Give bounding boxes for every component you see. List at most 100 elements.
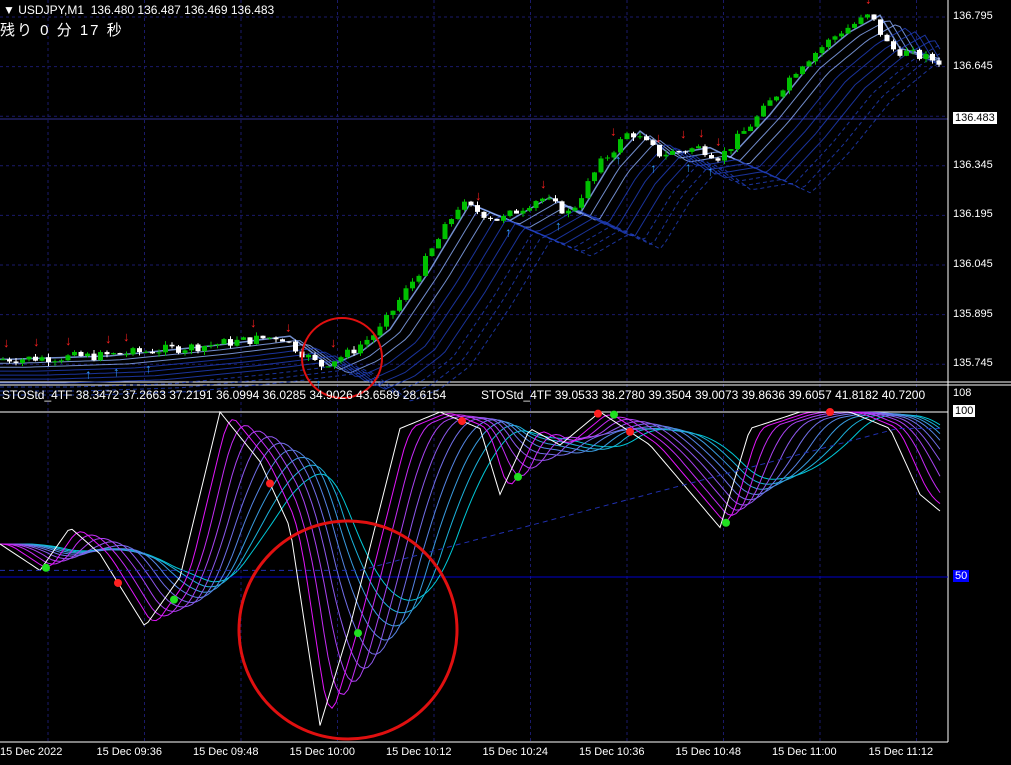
candle-body	[871, 14, 877, 20]
price-tick: 136.195	[953, 208, 993, 221]
arrow-up-icon: ↑	[615, 152, 622, 167]
candle-body	[20, 359, 25, 363]
candle-body	[839, 33, 844, 37]
candle-body	[65, 355, 71, 361]
arrow-up-icon: ↑	[707, 164, 714, 179]
red-dot-marker	[266, 479, 274, 488]
stochastic-line	[0, 411, 941, 670]
candle-body	[442, 224, 448, 240]
candle-body	[286, 341, 292, 343]
candle-body	[130, 348, 136, 355]
candle-body	[52, 361, 58, 363]
candle-body	[13, 361, 19, 363]
candle-body	[345, 349, 350, 358]
candle-body	[169, 344, 175, 347]
candle-body	[449, 218, 454, 225]
candle-body	[306, 354, 311, 358]
arrow-down-icon: ↓	[655, 130, 662, 145]
chart-header: ▼ USDJPY,M1 136.480 136.487 136.469 136.…	[3, 3, 274, 17]
candle-body	[33, 356, 38, 361]
price-tick: 135.745	[953, 357, 993, 370]
candle-body	[7, 359, 12, 362]
arrow-down-icon: ↓	[475, 188, 482, 203]
candle-body	[176, 346, 181, 353]
candle-body	[85, 353, 90, 357]
candle-body	[806, 61, 812, 67]
candle-body	[319, 359, 324, 367]
candle-body	[156, 352, 162, 354]
candle-body	[267, 337, 272, 339]
candle-body	[533, 201, 539, 208]
candle-body	[553, 198, 558, 202]
stochastic-line	[0, 413, 941, 614]
candle-body	[878, 19, 883, 35]
candle-body	[748, 126, 753, 132]
arrow-down-icon: ↓	[3, 335, 10, 350]
arrow-down-icon: ↓	[285, 320, 292, 335]
red-dot-marker	[626, 427, 634, 436]
candle-body	[436, 239, 441, 249]
candle-body	[494, 218, 500, 221]
candle-body	[728, 149, 734, 152]
stochastic-line	[0, 411, 941, 655]
candle-body	[897, 49, 903, 56]
indicator-level-100: 100	[953, 405, 976, 417]
candle-body	[910, 49, 916, 51]
price-tick: 135.895	[953, 307, 993, 320]
candle-body	[488, 217, 493, 219]
stochastic-line	[0, 414, 941, 601]
candle-body	[637, 136, 643, 138]
time-tick: 15 Dec 11:12	[868, 746, 934, 758]
candle-body	[845, 27, 851, 34]
arrow-down-icon: ↓	[65, 333, 72, 348]
candle-body	[429, 248, 435, 257]
candle-body	[819, 47, 825, 54]
candle-body	[884, 34, 890, 42]
time-tick: 15 Dec 10:24	[482, 746, 548, 758]
triangle-down-icon[interactable]: ▼	[3, 3, 15, 17]
price-tick: 136.045	[953, 258, 993, 270]
time-tick: 15 Dec 11:00	[772, 746, 837, 758]
candle-body	[702, 146, 708, 156]
candle-body	[774, 96, 779, 101]
green-dot-marker	[514, 472, 522, 481]
arrow-up-icon: ↑	[505, 225, 512, 240]
moving-average-line	[0, 53, 941, 397]
candle-body	[761, 105, 766, 117]
green-dot-marker	[722, 518, 730, 527]
candle-body	[735, 133, 740, 150]
candle-body	[403, 288, 409, 300]
arrow-up-icon: ↑	[685, 159, 692, 174]
candle-body	[566, 210, 571, 214]
candle-body	[644, 136, 649, 141]
ohlc-values: 136.480 136.487 136.469 136.483	[90, 3, 275, 17]
candle-body	[332, 361, 337, 367]
candle-body	[514, 210, 519, 214]
indicator-label-2: STOStd_4TF 39.0533 38.2780 39.3504 39.00…	[481, 388, 926, 402]
candle-body	[852, 23, 857, 28]
candle-body	[72, 351, 77, 356]
red-dot-marker	[594, 409, 602, 418]
red-dot-marker	[458, 417, 466, 426]
candle-body	[715, 158, 721, 161]
candle-body	[481, 211, 487, 218]
candle-body	[631, 133, 636, 138]
arrow-down-icon: ↓	[33, 334, 40, 349]
candle-body	[572, 207, 578, 211]
candle-body	[559, 201, 565, 214]
candle-body	[546, 198, 552, 200]
candle-body	[228, 339, 233, 346]
signal-line	[0, 428, 940, 571]
candle-body	[91, 353, 97, 361]
arrow-down-icon: ↓	[105, 331, 112, 346]
candle-body	[202, 346, 207, 352]
price-tick: 136.345	[953, 158, 993, 171]
candle-body	[618, 139, 623, 153]
candle-body	[410, 281, 415, 289]
candle-body	[936, 60, 942, 65]
arrow-down-icon: ↓	[698, 125, 705, 140]
annotation-circle	[237, 519, 459, 741]
chart-canvas[interactable]: ↓↓↓↓↓↓↓↓↓↓↓↓↓↓↓↓↑↑↑↑↑↑↑↑↑↑	[0, 0, 1011, 765]
candle-body	[384, 314, 389, 327]
candle-body	[351, 349, 357, 354]
